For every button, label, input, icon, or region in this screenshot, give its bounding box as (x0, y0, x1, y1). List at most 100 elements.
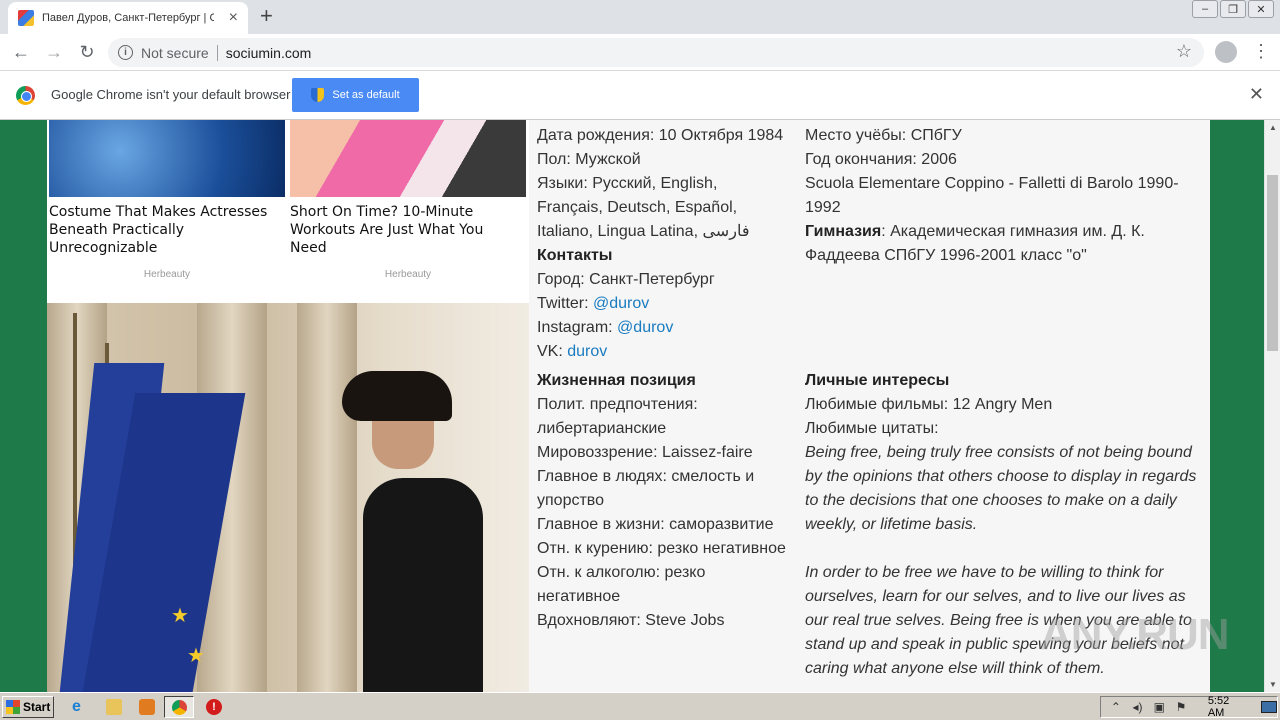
site-favicon-icon (18, 10, 34, 26)
ad-image[interactable] (290, 120, 526, 197)
ad-source: Herbeauty (143, 269, 191, 280)
tab-strip: Павел Дуров, Санкт-Петербург | С × + – ❐… (0, 0, 1280, 34)
instagram-row: Instagram: @durov (537, 316, 787, 340)
page-scrollbar[interactable]: ▲ ▼ (1264, 120, 1280, 692)
twitter-link[interactable]: @durov (593, 295, 649, 312)
ad-source: Herbeauty (384, 269, 432, 280)
omnibox-separator (216, 44, 218, 61)
address-bar[interactable]: i Not secure sociumin.com ☆ (108, 38, 1204, 67)
languages: Языки: Русский, English, Français, Deuts… (537, 175, 750, 240)
infobar-message: Google Chrome isn't your default browser (51, 87, 291, 102)
twitter-row: Twitter: @durov (537, 292, 787, 316)
minimize-icon[interactable]: – (1192, 0, 1218, 18)
quote: Being free, being truly free consists of… (805, 444, 1197, 533)
gymnasium-label: Гимназия (805, 223, 882, 240)
favorite-quotes-label: Любимые цитаты: (805, 420, 939, 437)
volume-icon[interactable]: ◂) (1131, 700, 1145, 714)
tab-active[interactable]: Павел Дуров, Санкт-Петербург | С × (8, 2, 248, 34)
city: Город: Санкт-Петербург (537, 271, 715, 288)
internet-explorer-icon[interactable]: e (72, 699, 88, 715)
stop-icon[interactable]: ! (206, 699, 222, 715)
ad-card[interactable]: Short On Time? 10-Minute Workouts Are Ju… (290, 120, 526, 280)
flag-star-icon: ★ (187, 645, 205, 667)
ad-block: Costume That Makes Actresses Beneath Pra… (47, 120, 529, 303)
clock[interactable]: 5:52 AM (1208, 695, 1248, 719)
interests-heading: Личные интересы (805, 372, 950, 389)
flag-icon[interactable]: ⚑ (1174, 700, 1188, 714)
new-tab-button[interactable]: + (260, 5, 273, 27)
taskbar-chrome-button[interactable] (164, 696, 194, 718)
tab-close-icon[interactable]: × (229, 10, 238, 26)
page-content: Costume That Makes Actresses Beneath Pra… (47, 120, 1210, 692)
ad-title[interactable]: Costume That Makes Actresses Beneath Pra… (49, 203, 285, 257)
shield-icon (311, 88, 325, 102)
tab-title: Павел Дуров, Санкт-Петербург | С (42, 12, 214, 24)
ad-image[interactable] (49, 120, 285, 197)
windows-logo-icon (6, 700, 20, 714)
person-figure (363, 478, 483, 692)
profile-photo: ★ ★ (47, 303, 529, 692)
start-button[interactable]: Start (2, 696, 54, 718)
life-position-row: Главное в жизни: саморазвитие (537, 516, 774, 533)
quote-spacer (805, 537, 1200, 561)
infobar-close-icon[interactable]: ✕ (1249, 84, 1264, 105)
life-position-row: Главное в людях: смелость и упорство (537, 468, 755, 509)
ad-title[interactable]: Short On Time? 10-Minute Workouts Are Ju… (290, 203, 526, 257)
browser-toolbar: ← → ↻ i Not secure sociumin.com ☆ (0, 34, 1280, 71)
favorite-films: Любимые фильмы: 12 Angry Men (805, 396, 1053, 413)
school: Место учёбы: СПбГУ (805, 127, 962, 144)
instagram-label: Instagram: (537, 319, 613, 336)
reload-icon[interactable]: ↻ (75, 40, 99, 64)
set-default-button[interactable]: Set as default (292, 78, 419, 112)
gender: Пол: Мужской (537, 151, 641, 168)
twitter-label: Twitter: (537, 295, 589, 312)
security-label: Not secure (141, 44, 209, 61)
close-window-icon[interactable]: ✕ (1248, 0, 1274, 18)
graduation-year: Год окончания: 2006 (805, 151, 957, 168)
elementary-school: Scuola Elementare Coppino - Falletti di … (805, 175, 1179, 216)
network-icon[interactable]: ▣ (1152, 700, 1166, 714)
vk-link[interactable]: durov (567, 343, 607, 360)
personal-info: Дата рождения: 10 Октября 1984 Пол: Мужс… (537, 124, 787, 364)
vk-label: VK: (537, 343, 563, 360)
star-icon[interactable]: ☆ (1176, 41, 1192, 62)
chrome-logo-icon (16, 86, 35, 105)
anyrun-watermark: ANY.RUN (1040, 610, 1230, 659)
life-position-row: Отн. к алкоголю: резко негативное (537, 564, 706, 605)
restore-icon[interactable]: ❐ (1220, 0, 1246, 18)
instagram-link[interactable]: @durov (617, 319, 673, 336)
life-position-row: Полит. предпочтения: либертарианские (537, 396, 698, 437)
back-arrow-icon[interactable]: ← (9, 40, 33, 64)
folder-icon[interactable] (106, 699, 122, 715)
media-player-icon[interactable] (139, 699, 155, 715)
profile-icon[interactable] (1215, 41, 1237, 63)
scroll-thumb[interactable] (1267, 175, 1278, 351)
flag-star-icon: ★ (171, 605, 189, 627)
forward-arrow-icon[interactable]: → (42, 40, 66, 64)
person-hair (342, 371, 452, 421)
tray-expand-icon[interactable]: ⌃ (1109, 700, 1123, 714)
info-icon[interactable]: i (118, 45, 133, 60)
url-text[interactable]: sociumin.com (226, 45, 312, 61)
education-info: Место учёбы: СПбГУ Год окончания: 2006 S… (805, 124, 1200, 268)
system-tray: ⌃ ◂) ▣ ⚑ 5:52 AM (1100, 695, 1278, 719)
life-position: Жизненная позиция Полит. предпочтения: л… (537, 369, 787, 633)
default-browser-infobar: Google Chrome isn't your default browser… (0, 71, 1280, 120)
scroll-down-icon[interactable]: ▼ (1269, 680, 1277, 689)
page-viewport: Costume That Makes Actresses Beneath Pra… (0, 120, 1264, 692)
ad-card[interactable]: Costume That Makes Actresses Beneath Pra… (49, 120, 285, 280)
window-controls: – ❐ ✕ (1192, 0, 1274, 18)
life-position-row: Отн. к курению: резко негативное (537, 540, 786, 557)
start-label: Start (23, 700, 51, 714)
contacts-heading: Контакты (537, 247, 613, 264)
chrome-icon (171, 699, 187, 715)
set-default-label: Set as default (332, 89, 400, 101)
photo-column (297, 303, 357, 692)
birth-date: Дата рождения: 10 Октября 1984 (537, 127, 784, 144)
kebab-menu-icon[interactable]: ⋮ (1252, 40, 1270, 62)
life-position-row: Вдохновляют: Steve Jobs (537, 612, 725, 629)
gymnasium-row: Гимназия: Академическая гимназия им. Д. … (805, 220, 1200, 268)
scroll-up-icon[interactable]: ▲ (1269, 123, 1277, 132)
show-desktop-icon[interactable] (1261, 701, 1278, 713)
life-position-row: Мировоззрение: Laissez-faire (537, 444, 753, 461)
